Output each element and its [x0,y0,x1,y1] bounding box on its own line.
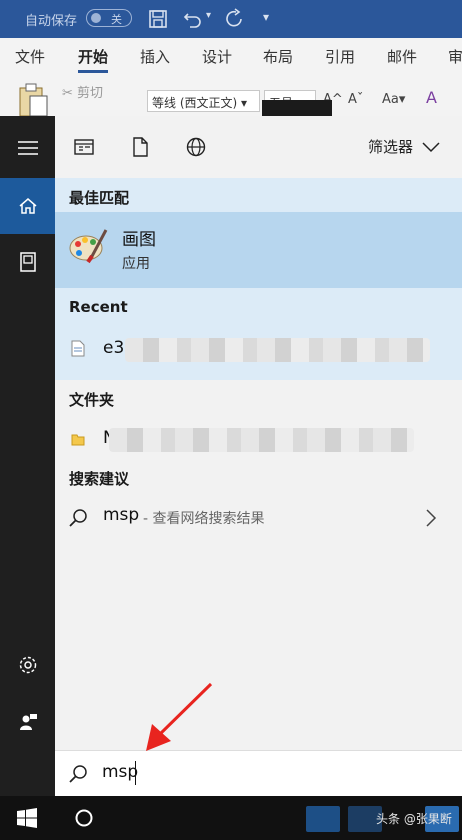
best-match-item[interactable]: 画图 应用 [55,212,462,288]
word-title-bar: 自动保存 关 ▾ ▾ [0,0,462,38]
tab-layout[interactable]: 布局 [263,46,293,67]
search-icon [69,509,87,527]
web-suggestion-item[interactable]: msp - 查看网络搜索结果 [55,492,462,544]
best-match-name: 画图 [122,230,156,250]
paint-app-icon [69,229,108,264]
shrink-font-icon[interactable]: Aˇ [348,92,363,107]
tab-mailings[interactable]: 邮件 [387,46,417,67]
chevron-down-icon[interactable] [421,141,441,153]
settings-gear-icon[interactable] [0,637,55,693]
recent-item-name: e3 [103,338,125,358]
recent-item[interactable]: e3 [55,328,462,372]
redo-icon[interactable] [224,8,246,30]
menu-overlap-shadow [262,100,332,116]
search-box-icon [69,765,87,783]
tab-home[interactable]: 开始 [78,46,109,73]
cut-label: 剪切 [77,86,104,101]
folder-icon [71,434,85,446]
text-caret [135,761,136,785]
feedback-person-icon[interactable] [0,694,55,750]
search-input[interactable]: msp [102,762,138,782]
windows-start-icon[interactable] [17,808,37,828]
tab-references[interactable]: 引用 [325,46,355,67]
chevron-right-icon[interactable] [425,508,437,528]
documents-icon[interactable] [0,234,55,290]
hamburger-icon[interactable] [0,120,55,176]
blurred-foldername [109,428,414,452]
taskbar: 头条 @张果断 [0,796,462,840]
documents-filter-icon[interactable] [129,136,151,158]
filter-label: 筛选器 [368,138,414,156]
autosave-state: 关 [111,13,122,26]
suggestion-query: msp [103,505,140,525]
tab-insert[interactable]: 插入 [140,46,170,67]
search-results-panel: 筛选器 最佳匹配 画图 应用 Recent e3 文件夹 搜索建议 msp - … [55,116,462,796]
toggle-knob [91,13,101,23]
autosave-label: 自动保存 [25,14,78,29]
blurred-filename [125,338,430,362]
watermark: 头条 @张果断 [376,812,452,826]
change-case-icon[interactable]: Aa▾ [382,92,405,107]
folder-item[interactable]: N [55,420,462,460]
start-menu-rail [0,116,55,796]
web-filter-icon[interactable] [185,136,207,158]
search-box[interactable]: msp [55,750,462,796]
tab-review[interactable]: 审 [448,46,462,67]
cut-button[interactable]: ✂ 剪切 [62,82,103,101]
save-icon[interactable] [147,8,169,30]
undo-icon[interactable] [182,8,204,30]
ribbon-tabs: 文件 开始 插入 设计 布局 引用 邮件 审 [0,38,462,74]
suggestions-title: 搜索建议 [69,470,130,488]
taskbar-app-1[interactable] [306,806,340,832]
tab-design[interactable]: 设计 [202,46,232,67]
customize-toolbar-icon[interactable]: ▾ [263,10,285,32]
filter-dropdown[interactable]: 筛选器 [368,136,413,157]
paste-icon[interactable] [17,82,49,118]
suggestion-desc: - 查看网络搜索结果 [143,511,265,527]
best-match-section: 最佳匹配 画图 应用 [55,178,462,288]
cortana-circle-icon[interactable] [74,808,94,828]
best-match-type: 应用 [122,256,150,272]
clear-format-icon[interactable]: A [426,88,437,107]
document-file-icon [71,340,85,357]
folders-section: 文件夹 N 搜索建议 [55,380,462,492]
autosave-toggle[interactable]: 关 [86,9,132,27]
filter-bar: 筛选器 [55,116,462,178]
font-name-select[interactable]: 等线 (西文正文) ▾ [147,90,260,112]
best-match-title: 最佳匹配 [69,189,130,207]
recent-title: Recent [69,298,128,316]
font-name-value: 等线 (西文正文) [152,96,238,110]
home-icon[interactable] [0,178,55,234]
folders-title: 文件夹 [69,391,115,409]
tab-file[interactable]: 文件 [15,46,45,67]
recent-section: Recent e3 [55,288,462,380]
apps-filter-icon[interactable] [73,136,95,158]
